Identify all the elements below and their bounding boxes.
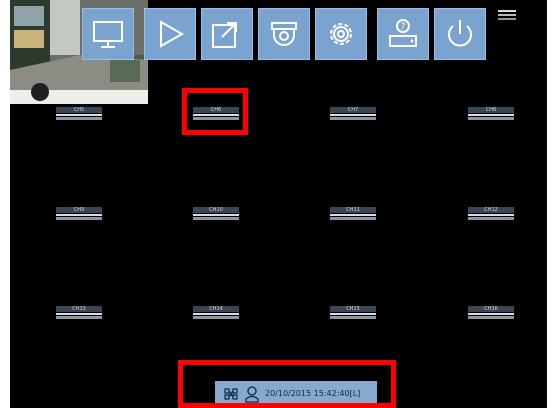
play-icon (160, 20, 185, 48)
power-button[interactable] (434, 8, 486, 60)
ptz-button[interactable] (258, 8, 310, 60)
channel-tile[interactable]: CH12 (468, 207, 514, 221)
channel-label: CH13 (56, 306, 102, 312)
help-icon: ? (389, 19, 417, 47)
channel-label: CH5 (56, 107, 102, 113)
channel-label: CH9 (56, 207, 102, 213)
export-button[interactable] (201, 8, 253, 60)
monitor-icon (93, 21, 123, 48)
channel-tile[interactable]: CH16 (468, 306, 514, 320)
gear-icon (330, 23, 352, 45)
channel-label: CH7 (330, 107, 376, 113)
monitor-button[interactable] (82, 8, 134, 60)
channel-tile[interactable]: CH13 (56, 306, 102, 320)
channel-tile[interactable]: CH5 (56, 107, 102, 121)
highlight-box-status (178, 360, 396, 408)
power-icon (448, 20, 472, 47)
channel-label: CH11 (330, 207, 376, 213)
ptz-camera-icon (271, 22, 297, 46)
channel-label: CH15 (330, 306, 376, 312)
channel-tile[interactable]: CH9 (56, 207, 102, 221)
help-button[interactable]: ? (377, 8, 429, 60)
svg-text:?: ? (401, 22, 406, 32)
channel-label: CH14 (193, 306, 239, 312)
settings-button[interactable] (315, 8, 367, 60)
channel-tile[interactable]: CH7 (330, 107, 376, 121)
channel-label: CH10 (193, 207, 239, 213)
channel-tile[interactable]: CH15 (330, 306, 376, 320)
highlight-box-ch6 (182, 88, 248, 135)
dvr-screen: ? CH5 CH6 CH7 CH8 CH9 CH10 CH11 CH12 CH1… (10, 0, 547, 408)
toolbar-toggle-icon[interactable] (497, 8, 517, 22)
channel-label: CH16 (468, 306, 514, 312)
channel-label: CH8 (468, 107, 514, 113)
channel-tile[interactable]: CH10 (193, 207, 239, 221)
playback-button[interactable] (144, 8, 196, 60)
channel-tile[interactable]: CH8 (468, 107, 514, 121)
channel-tile[interactable]: CH11 (330, 207, 376, 221)
channel-tile[interactable]: CH14 (193, 306, 239, 320)
export-icon (212, 22, 237, 48)
channel-label: CH12 (468, 207, 514, 213)
